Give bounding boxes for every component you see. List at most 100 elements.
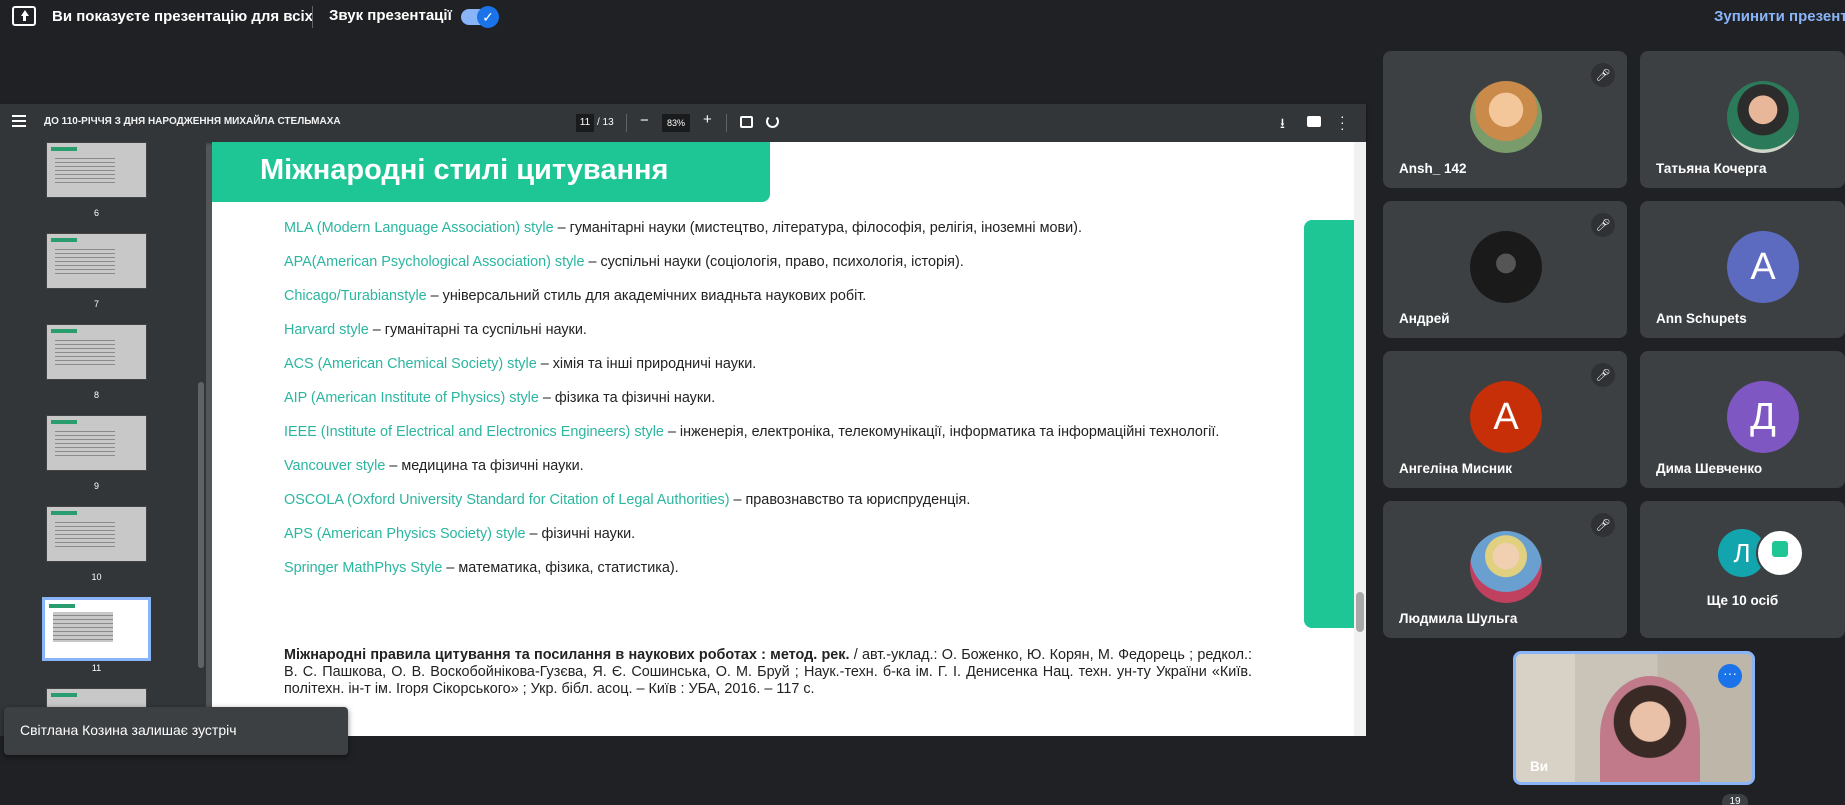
citation-desc: – фізичні науки. bbox=[525, 526, 636, 542]
zoom-in-button[interactable]: + bbox=[703, 111, 712, 128]
participant-name: Людмила Шульга bbox=[1399, 611, 1518, 626]
page-number-input[interactable]: 11 bbox=[576, 114, 594, 132]
zoom-out-button[interactable]: − bbox=[640, 112, 649, 129]
thumbnail-8[interactable] bbox=[46, 324, 147, 380]
mic-off-icon: 🎤︎ bbox=[1591, 363, 1615, 387]
print-icon[interactable] bbox=[1307, 116, 1321, 127]
sound-toggle[interactable]: ✓ bbox=[461, 6, 499, 28]
citation-item: IEEE (Institute of Electrical and Electr… bbox=[284, 424, 1252, 441]
participant-tile[interactable]: 🎤︎ Андрей bbox=[1383, 201, 1627, 338]
page-scrollbar[interactable] bbox=[1354, 142, 1366, 736]
citation-item: AIP (American Institute of Physics) styl… bbox=[284, 390, 1252, 407]
document-title: ДО 110-РІЧЧЯ З ДНЯ НАРОДЖЕННЯ МИХАЙЛА СТ… bbox=[44, 116, 341, 127]
participant-name: Ann Schupets bbox=[1656, 311, 1747, 326]
more-participants-label: Ще 10 осіб bbox=[1706, 593, 1779, 608]
citation-style: Vancouver style bbox=[284, 458, 386, 474]
citation-style: IEEE (Institute of Electrical and Electr… bbox=[284, 424, 664, 440]
menu-icon[interactable] bbox=[12, 115, 26, 127]
citation-list: MLA (Modern Language Association) style … bbox=[284, 220, 1252, 594]
citation-style: APA(American Psychological Association) … bbox=[284, 254, 585, 270]
viewer-toolbar: ДО 110-РІЧЧЯ З ДНЯ НАРОДЖЕННЯ МИХАЙЛА СТ… bbox=[0, 104, 1366, 142]
citation-desc: – медицина та фізичні науки. bbox=[385, 458, 584, 474]
pdf-viewer: ДО 110-РІЧЧЯ З ДНЯ НАРОДЖЕННЯ МИХАЙЛА СТ… bbox=[0, 104, 1366, 736]
citation-desc: – інженерія, електроніка, телекомунікаці… bbox=[663, 424, 1220, 440]
participant-name: Дима Шевченко bbox=[1656, 461, 1763, 476]
citation-style: Chicago/Turabianstyle bbox=[284, 288, 427, 304]
avatar: Д bbox=[1727, 381, 1799, 453]
citation-desc: – гуманітарні та суспільні науки. bbox=[368, 322, 587, 338]
self-view-tile[interactable]: ··· Ви bbox=[1513, 651, 1755, 785]
citation-style: OSCOLA (Oxford University Standard for C… bbox=[284, 492, 730, 508]
citation-item: Chicago/Turabianstyle – універсальний ст… bbox=[284, 288, 1252, 305]
participant-name: Ansh_ 142 bbox=[1399, 161, 1467, 176]
citation-desc: – хімія та інші природничі науки. bbox=[536, 356, 757, 372]
citation-style: APS (American Physics Society) style bbox=[284, 526, 526, 542]
zoom-input[interactable]: 83% bbox=[662, 114, 690, 132]
sound-label: Звук презентації bbox=[329, 7, 452, 24]
reference-text: Міжнародні правила цитування та посиланн… bbox=[284, 647, 1252, 698]
participant-name: Ангеліна Мисник bbox=[1399, 461, 1513, 476]
notification-toast: Світлана Козина залишає зустріч bbox=[4, 707, 348, 755]
thumbnail-scrollbar[interactable] bbox=[198, 382, 204, 668]
more-options-icon[interactable]: ··· bbox=[1718, 664, 1742, 688]
participant-name: Татьяна Кочерга bbox=[1656, 161, 1767, 176]
rotate-icon[interactable] bbox=[766, 115, 779, 128]
presenting-status: Ви показуєте презентацію для всіх bbox=[52, 8, 313, 25]
thumbnail-label: 9 bbox=[93, 481, 99, 491]
self-name: Ви bbox=[1530, 759, 1549, 774]
citation-item: ACS (American Chemical Society) style – … bbox=[284, 356, 1252, 373]
present-screen-icon bbox=[12, 6, 36, 26]
participant-count-badge: 19 bbox=[1722, 794, 1748, 805]
citation-item: MLA (Modern Language Association) style … bbox=[284, 220, 1252, 237]
download-icon[interactable]: ⭳ bbox=[1280, 113, 1285, 137]
citation-item: OSCOLA (Oxford University Standard for C… bbox=[284, 492, 1252, 509]
thumbnail-label: 6 bbox=[93, 208, 99, 218]
thumbnail-label: 11 bbox=[91, 663, 102, 673]
citation-desc: – гуманітарні науки (мистецтво, літерату… bbox=[553, 220, 1082, 236]
presentation-bar: Ви показуєте презентацію для всіх Звук п… bbox=[0, 0, 1845, 34]
fit-page-icon[interactable] bbox=[740, 116, 753, 128]
participant-tile[interactable]: Татьяна Кочерга bbox=[1640, 51, 1845, 188]
more-participants-tile[interactable]: Л Ще 10 осіб bbox=[1640, 501, 1845, 638]
participant-tile[interactable]: 🎤︎ Ansh_ 142 bbox=[1383, 51, 1627, 188]
participant-tile[interactable]: Д Дима Шевченко bbox=[1640, 351, 1845, 488]
citation-style: ACS (American Chemical Society) style bbox=[284, 356, 537, 372]
participant-name: Андрей bbox=[1399, 311, 1450, 326]
participant-tile[interactable]: 🎤︎ Людмила Шульга bbox=[1383, 501, 1627, 638]
citation-desc: – правознавство та юриспруденція. bbox=[729, 492, 971, 508]
slide-page: Міжнародні стилі цитування MLA (Modern L… bbox=[212, 142, 1354, 736]
divider bbox=[312, 6, 313, 28]
thumbnail-10[interactable] bbox=[46, 506, 147, 562]
citation-item: APS (American Physics Society) style – ф… bbox=[284, 526, 1252, 543]
avatar bbox=[1470, 231, 1542, 303]
decorative-strip bbox=[1304, 220, 1354, 628]
scroll-thumb[interactable] bbox=[1356, 592, 1364, 632]
mic-off-icon: 🎤︎ bbox=[1591, 213, 1615, 237]
citation-item: APA(American Psychological Association) … bbox=[284, 254, 1252, 271]
citation-item: Vancouver style – медицина та фізичні на… bbox=[284, 458, 1252, 475]
participant-tile[interactable]: 🎤︎ А Ангеліна Мисник bbox=[1383, 351, 1627, 488]
self-video bbox=[1600, 676, 1700, 782]
citation-desc: – фізика та фізичні науки. bbox=[538, 390, 716, 406]
thumbnail-label: 8 bbox=[93, 390, 99, 400]
participant-tile[interactable]: A Ann Schupets bbox=[1640, 201, 1845, 338]
thumbnail-label: 10 bbox=[91, 572, 102, 582]
thumbnail-11[interactable] bbox=[42, 597, 151, 661]
avatar: A bbox=[1727, 231, 1799, 303]
citation-desc: – універсальний стиль для академічних ви… bbox=[426, 288, 867, 304]
stop-presenting-button[interactable]: Зупинити презента bbox=[1714, 8, 1845, 25]
page-total: / 13 bbox=[597, 117, 614, 128]
citation-desc: – суспільні науки (соціологія, право, пс… bbox=[584, 254, 964, 270]
toast-text: Світлана Козина залишає зустріч bbox=[20, 722, 237, 738]
thumbnail-9[interactable] bbox=[46, 415, 147, 471]
avatar bbox=[1470, 81, 1542, 153]
slide-title: Міжнародні стилі цитування bbox=[260, 154, 669, 186]
thumbnail-7[interactable] bbox=[46, 233, 147, 289]
divider bbox=[626, 114, 627, 132]
check-icon: ✓ bbox=[477, 6, 499, 28]
avatar bbox=[1727, 81, 1799, 153]
avatar bbox=[1470, 531, 1542, 603]
thumbnail-6[interactable] bbox=[46, 142, 147, 198]
citation-style: AIP (American Institute of Physics) styl… bbox=[284, 390, 539, 406]
more-vert-icon[interactable]: · · · bbox=[1340, 109, 1345, 135]
